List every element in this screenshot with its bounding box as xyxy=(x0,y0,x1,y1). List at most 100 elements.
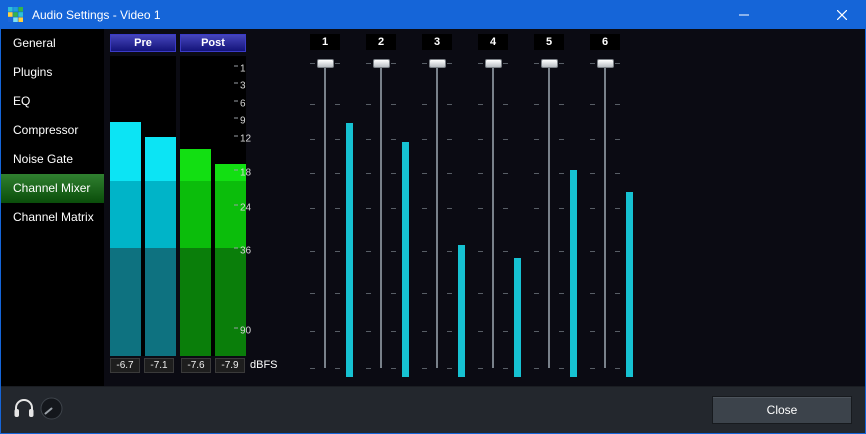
close-icon xyxy=(837,10,847,20)
fader-tick xyxy=(335,208,340,209)
headphones-monitor-button[interactable] xyxy=(12,396,36,420)
scale-tick-6: 6 xyxy=(234,99,246,110)
fader-tick xyxy=(366,331,371,332)
fader-tick xyxy=(503,208,508,209)
channel-fader-track[interactable] xyxy=(324,63,326,368)
fader-tick xyxy=(534,104,539,105)
channel-number-label: 2 xyxy=(366,34,396,50)
scale-tick-1: 1 xyxy=(234,64,246,75)
sidebar-item-channel-mixer[interactable]: Channel Mixer xyxy=(1,174,104,203)
channel-fader-handle[interactable] xyxy=(597,59,614,68)
fader-tick xyxy=(478,251,483,252)
fader-tick xyxy=(615,208,620,209)
db-scale-ruler: 13691218243690 xyxy=(234,29,264,386)
fader-tick xyxy=(559,104,564,105)
fader-tick xyxy=(335,63,340,64)
scale-tick-label: 3 xyxy=(240,81,246,92)
fader-tick xyxy=(447,63,452,64)
channel-mixer-panel: Pre Post -6.7 -7.1 -7.6 -7.9 dBFS 136912… xyxy=(104,29,865,386)
fader-tick xyxy=(391,139,396,140)
sidebar-item-compressor[interactable]: Compressor xyxy=(1,116,104,145)
channel-fader-handle[interactable] xyxy=(317,59,334,68)
close-button[interactable]: Close xyxy=(712,396,852,424)
pre-right-db-value: -7.1 xyxy=(144,358,174,373)
fader-tick xyxy=(366,139,371,140)
sidebar-item-noise-gate[interactable]: Noise Gate xyxy=(1,145,104,174)
knob-icon xyxy=(40,397,63,420)
fader-tick xyxy=(503,104,508,105)
monitor-volume-knob[interactable] xyxy=(40,397,63,420)
pre-level-meter xyxy=(110,56,176,356)
channel-fader-handle[interactable] xyxy=(485,59,502,68)
fader-tick xyxy=(478,139,483,140)
fader-tick xyxy=(559,173,564,174)
channel-fader-track[interactable] xyxy=(436,63,438,368)
fader-tick xyxy=(447,331,452,332)
sidebar-item-general[interactable]: General xyxy=(1,29,104,58)
channel-fader-track[interactable] xyxy=(492,63,494,368)
footer-bar: Close xyxy=(1,386,865,433)
fader-tick xyxy=(559,368,564,369)
fader-tick xyxy=(534,173,539,174)
fader-tick xyxy=(391,63,396,64)
sidebar-item-eq[interactable]: EQ xyxy=(1,87,104,116)
sidebar-item-plugins[interactable]: Plugins xyxy=(1,58,104,87)
titlebar[interactable]: Audio Settings - Video 1 xyxy=(1,1,865,29)
fader-tick xyxy=(559,139,564,140)
channel-number-label: 5 xyxy=(534,34,564,50)
scale-tick-label: 9 xyxy=(240,116,246,127)
channel-fader-track[interactable] xyxy=(380,63,382,368)
fader-tick xyxy=(335,251,340,252)
channel-fader-handle[interactable] xyxy=(373,59,390,68)
fader-tick xyxy=(422,251,427,252)
meter-mask xyxy=(145,56,176,137)
fader-tick xyxy=(310,251,315,252)
fader-tick xyxy=(590,104,595,105)
scale-tick-9: 9 xyxy=(234,116,246,127)
minimize-button[interactable] xyxy=(721,1,767,29)
channel-strip-6: 6 xyxy=(577,29,633,386)
fader-tick xyxy=(422,368,427,369)
channel-strip-1: 1 xyxy=(297,29,353,386)
fader-tick xyxy=(478,104,483,105)
fader-tick xyxy=(335,104,340,105)
pre-meter-button[interactable]: Pre xyxy=(110,34,176,52)
fader-tick xyxy=(478,208,483,209)
fader-tick xyxy=(422,331,427,332)
scale-tick-label: 12 xyxy=(240,134,251,145)
post-meter-left-bar xyxy=(180,56,211,356)
fader-tick xyxy=(615,173,620,174)
window-title: Audio Settings - Video 1 xyxy=(32,8,161,22)
fader-tick xyxy=(335,331,340,332)
fader-tick xyxy=(366,104,371,105)
channel-strip-4: 4 xyxy=(465,29,521,386)
fader-tick xyxy=(478,293,483,294)
channel-level-meter xyxy=(458,63,465,377)
channel-level-fill xyxy=(626,192,633,377)
fader-tick xyxy=(310,208,315,209)
close-window-button[interactable] xyxy=(819,1,865,29)
channel-level-fill xyxy=(346,123,353,377)
channel-level-meter xyxy=(570,63,577,377)
fader-tick xyxy=(615,293,620,294)
meter-mask xyxy=(180,56,211,149)
channel-strip-3: 3 xyxy=(409,29,465,386)
channel-level-fill xyxy=(402,142,409,378)
sidebar-item-channel-matrix[interactable]: Channel Matrix xyxy=(1,203,104,232)
fader-tick xyxy=(310,368,315,369)
channel-strip-2: 2 xyxy=(353,29,409,386)
fader-tick xyxy=(391,331,396,332)
fader-tick xyxy=(503,63,508,64)
fader-tick xyxy=(534,251,539,252)
fader-tick xyxy=(534,63,539,64)
channel-fader-handle[interactable] xyxy=(429,59,446,68)
fader-tick xyxy=(310,139,315,140)
fader-tick xyxy=(534,208,539,209)
channel-fader-track[interactable] xyxy=(548,63,550,368)
channel-fader-track[interactable] xyxy=(604,63,606,368)
headphones-icon xyxy=(12,396,36,420)
channel-number-label: 3 xyxy=(422,34,452,50)
fader-tick xyxy=(391,368,396,369)
audio-settings-window: Audio Settings - Video 1 GeneralPluginsE… xyxy=(0,0,866,434)
channel-fader-handle[interactable] xyxy=(541,59,558,68)
